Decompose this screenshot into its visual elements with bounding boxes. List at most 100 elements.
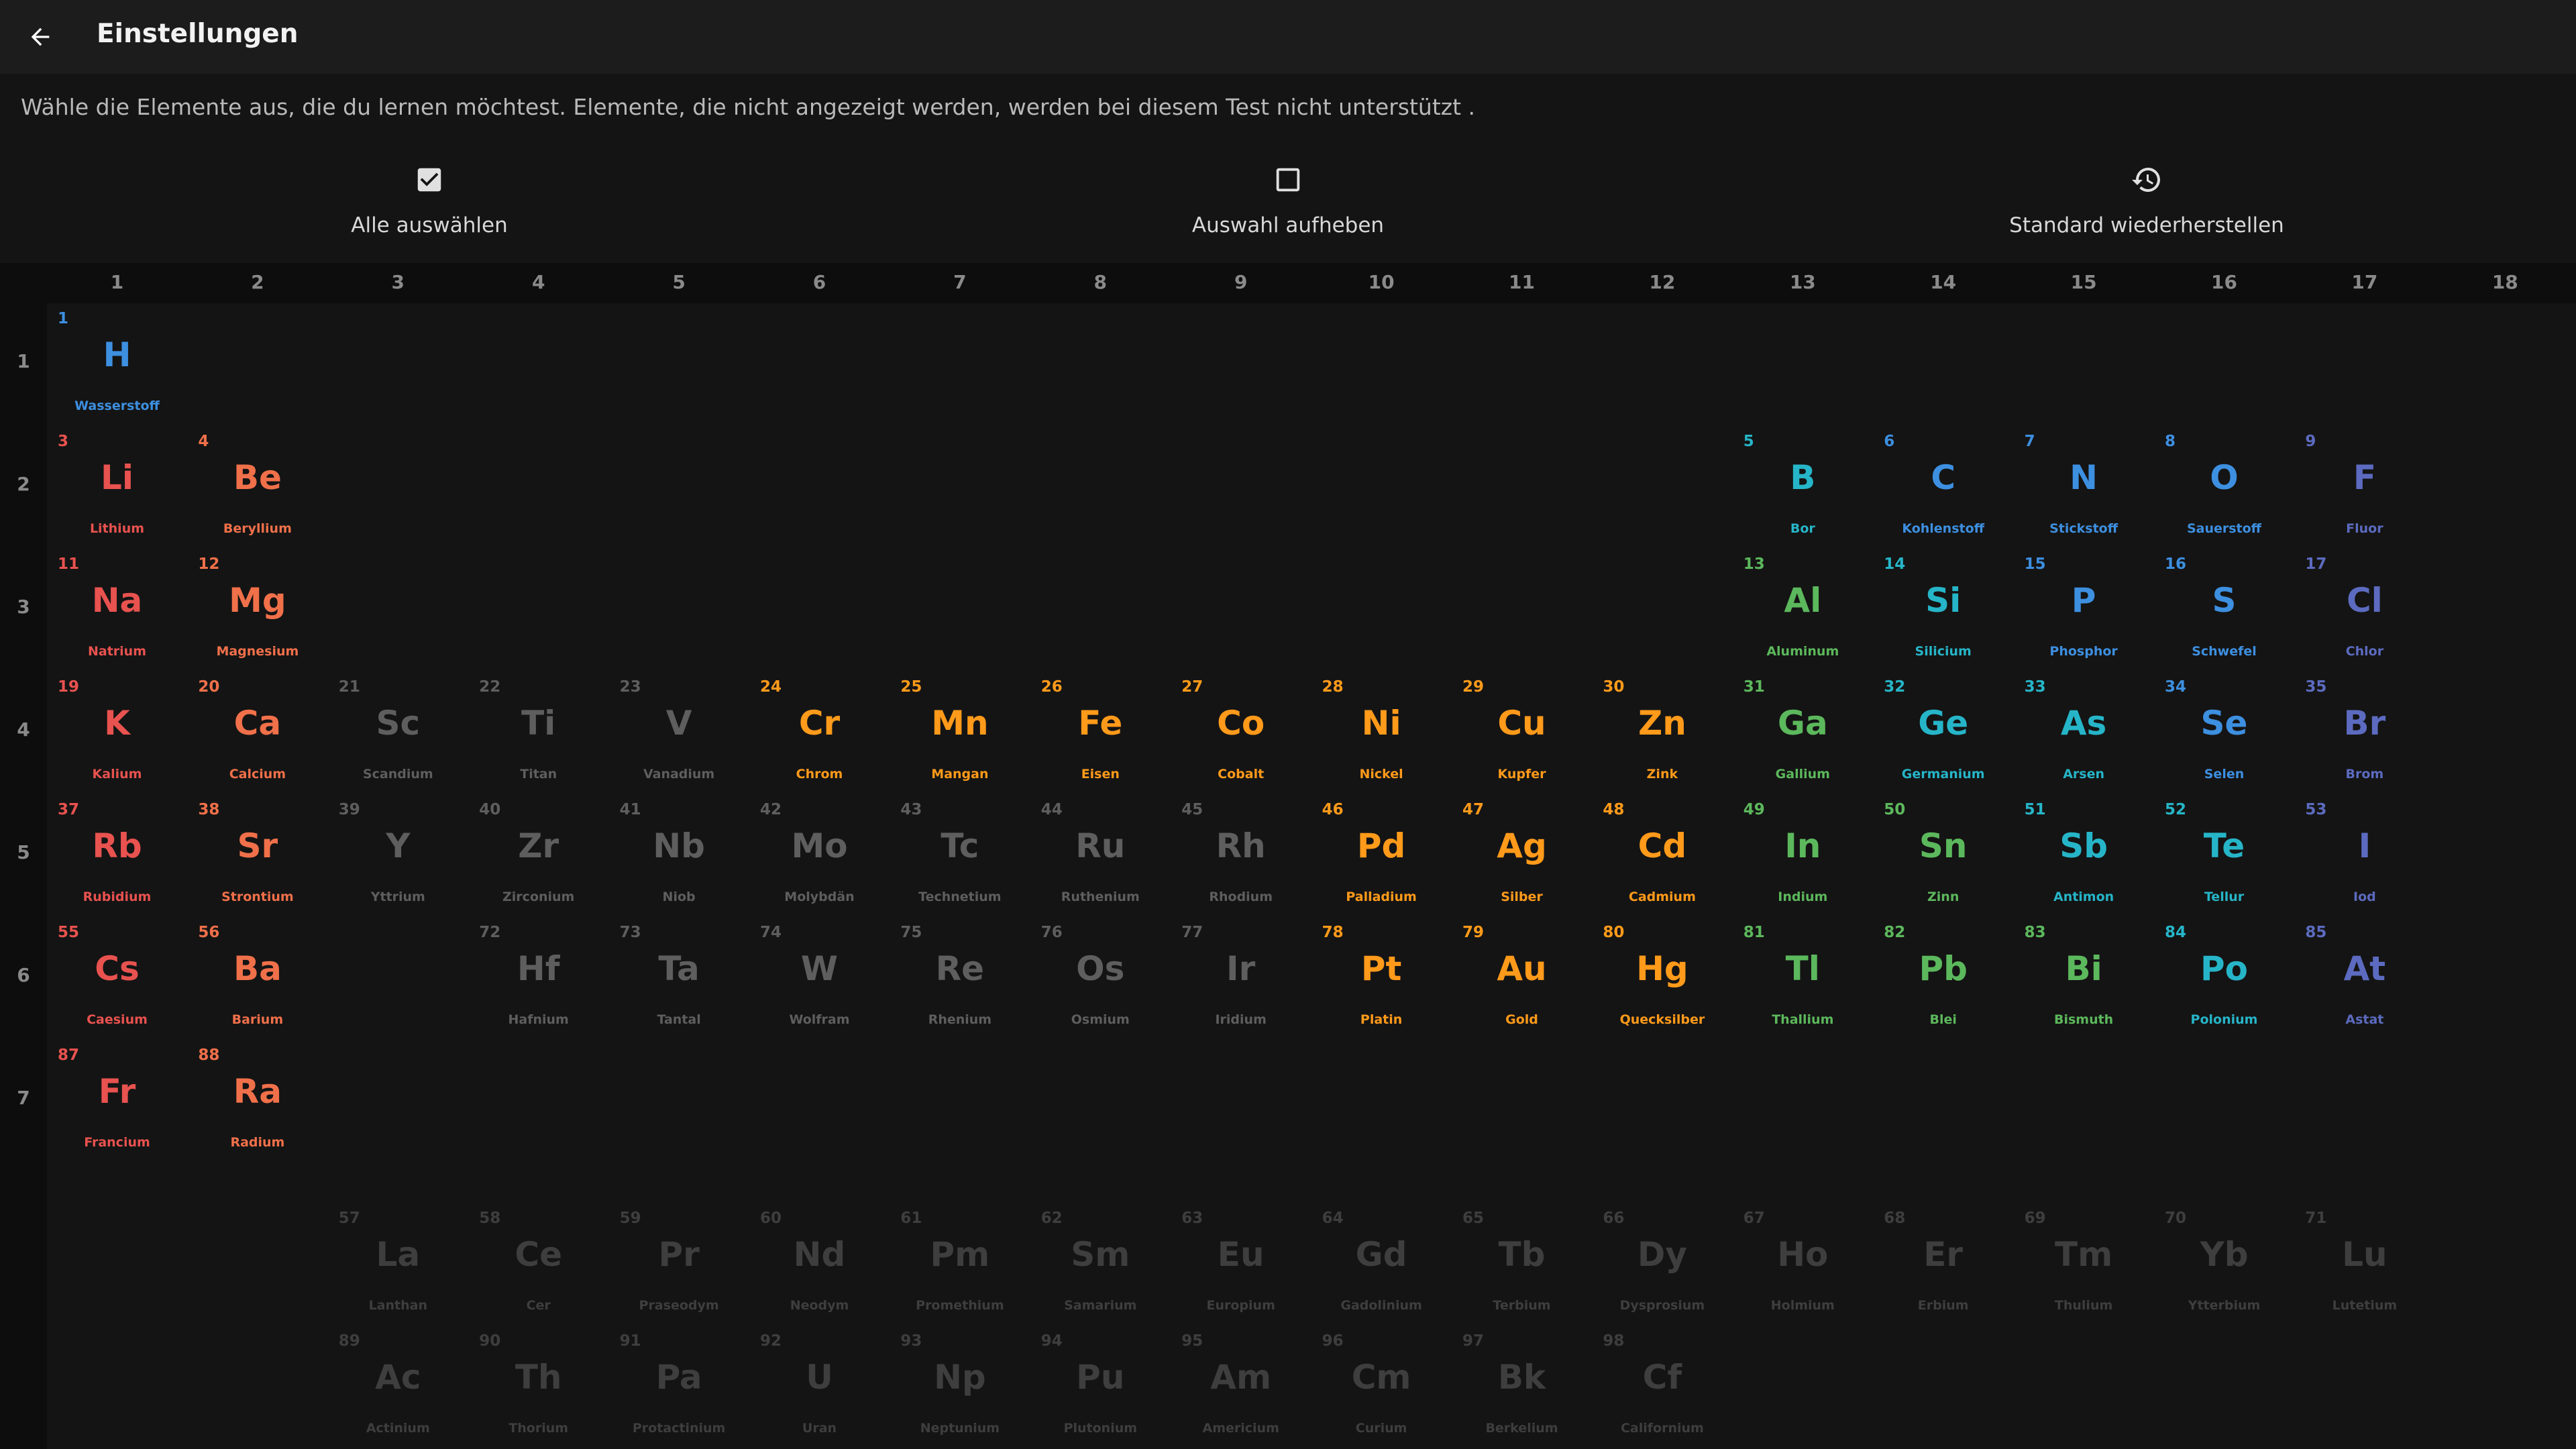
- element-tile-br[interactable]: 35 Br Brom: [2294, 672, 2434, 794]
- element-tile-y[interactable]: 39 Y Yttrium: [328, 794, 468, 917]
- element-tile-k[interactable]: 19 K Kalium: [47, 672, 187, 794]
- element-tile-lu[interactable]: 71 Lu Lutetium: [2294, 1203, 2434, 1326]
- element-tile-tl[interactable]: 81 Tl Thallium: [1733, 917, 1873, 1040]
- element-tile-hg[interactable]: 80 Hg Quecksilber: [1592, 917, 1732, 1040]
- element-tile-cr[interactable]: 24 Cr Chrom: [749, 672, 890, 794]
- element-name: Polonium: [2190, 1012, 2258, 1027]
- element-tile-ta[interactable]: 73 Ta Tantal: [609, 917, 749, 1040]
- element-tile-ge[interactable]: 32 Ge Germanium: [1873, 672, 2013, 794]
- element-tile-np[interactable]: 93 Np Neptunium: [890, 1326, 1030, 1448]
- element-tile-ni[interactable]: 28 Ni Nickel: [1311, 672, 1452, 794]
- element-tile-f[interactable]: 9 F Fluor: [2294, 426, 2434, 549]
- element-tile-u[interactable]: 92 U Uran: [749, 1326, 890, 1448]
- element-tile-te[interactable]: 52 Te Tellur: [2154, 794, 2294, 917]
- element-name: Lutetium: [2332, 1298, 2398, 1313]
- element-tile-tc[interactable]: 43 Tc Technetium: [890, 794, 1030, 917]
- element-tile-li[interactable]: 3 Li Lithium: [47, 426, 187, 549]
- atomic-number: 5: [1743, 433, 1754, 450]
- element-tile-er[interactable]: 68 Er Erbium: [1873, 1203, 2013, 1326]
- element-tile-w[interactable]: 74 W Wolfram: [749, 917, 890, 1040]
- element-tile-bi[interactable]: 83 Bi Bismuth: [2014, 917, 2154, 1040]
- element-tile-at[interactable]: 85 At Astat: [2294, 917, 2434, 1040]
- element-tile-os[interactable]: 76 Os Osmium: [1030, 917, 1171, 1040]
- element-tile-am[interactable]: 95 Am Americium: [1171, 1326, 1311, 1448]
- element-tile-c[interactable]: 6 C Kohlenstoff: [1873, 426, 2013, 549]
- element-tile-ac[interactable]: 89 Ac Actinium: [328, 1326, 468, 1448]
- element-tile-cd[interactable]: 48 Cd Cadmium: [1592, 794, 1732, 917]
- element-tile-cu[interactable]: 29 Cu Kupfer: [1452, 672, 1592, 794]
- element-tile-fe[interactable]: 26 Fe Eisen: [1030, 672, 1171, 794]
- element-tile-si[interactable]: 14 Si Silicium: [1873, 549, 2013, 672]
- element-tile-re[interactable]: 75 Re Rhenium: [890, 917, 1030, 1040]
- element-tile-mg[interactable]: 12 Mg Magnesium: [187, 549, 327, 672]
- element-tile-be[interactable]: 4 Be Beryllium: [187, 426, 327, 549]
- element-tile-po[interactable]: 84 Po Polonium: [2154, 917, 2294, 1040]
- element-tile-pr[interactable]: 59 Pr Praseodym: [609, 1203, 749, 1326]
- element-symbol: Er: [1923, 1235, 1964, 1274]
- element-tile-ti[interactable]: 22 Ti Titan: [468, 672, 608, 794]
- element-tile-nd[interactable]: 60 Nd Neodym: [749, 1203, 890, 1326]
- element-tile-sn[interactable]: 50 Sn Zinn: [1873, 794, 2013, 917]
- element-tile-pd[interactable]: 46 Pd Palladium: [1311, 794, 1452, 917]
- element-tile-as[interactable]: 33 As Arsen: [2014, 672, 2154, 794]
- element-tile-cl[interactable]: 17 Cl Chlor: [2294, 549, 2434, 672]
- element-tile-dy[interactable]: 66 Dy Dysprosium: [1592, 1203, 1732, 1326]
- element-tile-ir[interactable]: 77 Ir Iridium: [1171, 917, 1311, 1040]
- element-tile-yb[interactable]: 70 Yb Ytterbium: [2154, 1203, 2294, 1326]
- element-tile-fr[interactable]: 87 Fr Francium: [47, 1040, 187, 1163]
- element-tile-ca[interactable]: 20 Ca Calcium: [187, 672, 327, 794]
- element-tile-h[interactable]: 1 H Wasserstoff: [47, 303, 187, 426]
- element-tile-v[interactable]: 23 V Vanadium: [609, 672, 749, 794]
- element-tile-in[interactable]: 49 In Indium: [1733, 794, 1873, 917]
- element-tile-bk[interactable]: 97 Bk Berkelium: [1452, 1326, 1592, 1448]
- atomic-number: 84: [2165, 924, 2187, 941]
- element-tile-mo[interactable]: 42 Mo Molybdän: [749, 794, 890, 917]
- element-tile-pu[interactable]: 94 Pu Plutonium: [1030, 1326, 1171, 1448]
- element-tile-nb[interactable]: 41 Nb Niob: [609, 794, 749, 917]
- element-tile-pb[interactable]: 82 Pb Blei: [1873, 917, 2013, 1040]
- element-tile-na[interactable]: 11 Na Natrium: [47, 549, 187, 672]
- element-tile-sm[interactable]: 62 Sm Samarium: [1030, 1203, 1171, 1326]
- element-tile-rb[interactable]: 37 Rb Rubidium: [47, 794, 187, 917]
- element-tile-n[interactable]: 7 N Stickstoff: [2014, 426, 2154, 549]
- element-tile-gd[interactable]: 64 Gd Gadolinium: [1311, 1203, 1452, 1326]
- element-tile-eu[interactable]: 63 Eu Europium: [1171, 1203, 1311, 1326]
- element-tile-ho[interactable]: 67 Ho Holmium: [1733, 1203, 1873, 1326]
- element-tile-pa[interactable]: 91 Pa Protactinium: [609, 1326, 749, 1448]
- element-symbol: Hf: [517, 949, 560, 988]
- element-tile-b[interactable]: 5 B Bor: [1733, 426, 1873, 549]
- element-tile-pm[interactable]: 61 Pm Promethium: [890, 1203, 1030, 1326]
- element-tile-s[interactable]: 16 S Schwefel: [2154, 549, 2294, 672]
- element-tile-ga[interactable]: 31 Ga Gallium: [1733, 672, 1873, 794]
- element-tile-zn[interactable]: 30 Zn Zink: [1592, 672, 1732, 794]
- element-tile-zr[interactable]: 40 Zr Zirconium: [468, 794, 608, 917]
- element-tile-la[interactable]: 57 La Lanthan: [328, 1203, 468, 1326]
- element-tile-ra[interactable]: 88 Ra Radium: [187, 1040, 327, 1163]
- element-tile-co[interactable]: 27 Co Cobalt: [1171, 672, 1311, 794]
- element-tile-ba[interactable]: 56 Ba Barium: [187, 917, 327, 1040]
- element-tile-hf[interactable]: 72 Hf Hafnium: [468, 917, 608, 1040]
- element-tile-o[interactable]: 8 O Sauerstoff: [2154, 426, 2294, 549]
- element-tile-tb[interactable]: 65 Tb Terbium: [1452, 1203, 1592, 1326]
- element-tile-rh[interactable]: 45 Rh Rhodium: [1171, 794, 1311, 917]
- element-tile-cf[interactable]: 98 Cf Californium: [1592, 1326, 1732, 1448]
- element-tile-sr[interactable]: 38 Sr Strontium: [187, 794, 327, 917]
- element-tile-th[interactable]: 90 Th Thorium: [468, 1326, 608, 1448]
- element-tile-p[interactable]: 15 P Phosphor: [2014, 549, 2154, 672]
- element-tile-au[interactable]: 79 Au Gold: [1452, 917, 1592, 1040]
- element-tile-al[interactable]: 13 Al Aluminum: [1733, 549, 1873, 672]
- element-tile-i[interactable]: 53 I Iod: [2294, 794, 2434, 917]
- element-tile-ag[interactable]: 47 Ag Silber: [1452, 794, 1592, 917]
- element-tile-sb[interactable]: 51 Sb Antimon: [2014, 794, 2154, 917]
- element-symbol: Co: [1217, 704, 1265, 743]
- element-tile-cs[interactable]: 55 Cs Caesium: [47, 917, 187, 1040]
- element-tile-pt[interactable]: 78 Pt Platin: [1311, 917, 1452, 1040]
- element-tile-se[interactable]: 34 Se Selen: [2154, 672, 2294, 794]
- element-symbol: S: [2212, 581, 2237, 620]
- element-tile-tm[interactable]: 69 Tm Thulium: [2014, 1203, 2154, 1326]
- element-tile-sc[interactable]: 21 Sc Scandium: [328, 672, 468, 794]
- element-tile-cm[interactable]: 96 Cm Curium: [1311, 1326, 1452, 1448]
- element-tile-mn[interactable]: 25 Mn Mangan: [890, 672, 1030, 794]
- element-tile-ce[interactable]: 58 Ce Cer: [468, 1203, 608, 1326]
- element-tile-ru[interactable]: 44 Ru Ruthenium: [1030, 794, 1171, 917]
